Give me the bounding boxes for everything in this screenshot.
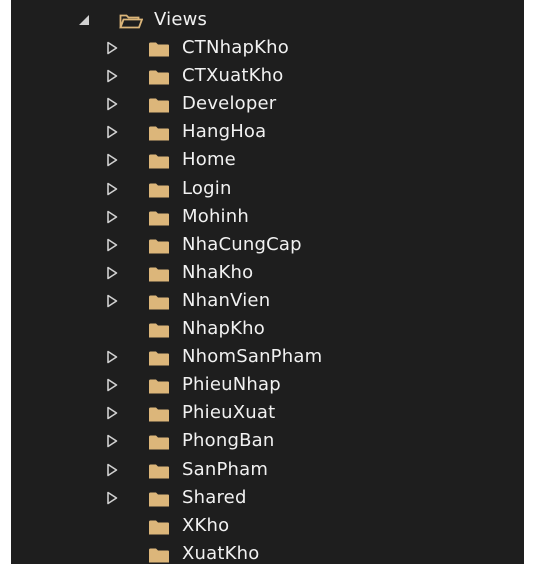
tree-node-ctnhapkho[interactable]: CTNhapKho bbox=[11, 34, 524, 62]
collapsed-triangle-icon[interactable] bbox=[105, 125, 119, 139]
tree-node-label: NhomSanPham bbox=[182, 346, 323, 368]
collapsed-triangle-icon[interactable] bbox=[105, 238, 119, 252]
tree-node-xkho[interactable]: XKho bbox=[11, 512, 524, 540]
tree-node-label: Mohinh bbox=[182, 205, 249, 227]
tree-node-label: Login bbox=[182, 177, 232, 199]
tree-node-label: PhongBan bbox=[182, 430, 275, 452]
folder-icon bbox=[149, 126, 169, 141]
folder-icon bbox=[149, 379, 169, 394]
folder-icon bbox=[149, 435, 169, 450]
tree-node-ctxuatkho[interactable]: CTXuatKho bbox=[11, 62, 524, 90]
tree-node-label: PhieuXuat bbox=[182, 402, 276, 424]
tree-node-label: CTNhapKho bbox=[182, 37, 289, 58]
tree-node-label: SanPham bbox=[182, 458, 269, 480]
tree-node-sanpham[interactable]: SanPham bbox=[11, 456, 524, 484]
folder-icon bbox=[149, 154, 169, 169]
collapsed-triangle-icon[interactable] bbox=[105, 41, 119, 55]
tree-node-label: CTXuatKho bbox=[182, 65, 284, 87]
collapsed-triangle-icon[interactable] bbox=[105, 491, 119, 505]
tree-node-phieunhap[interactable]: PhieuNhap bbox=[11, 371, 524, 399]
tree-node-label: Views bbox=[154, 9, 208, 30]
tree-node-label: NhaKho bbox=[182, 261, 254, 283]
tree-node-label: XuatKho bbox=[182, 542, 260, 564]
folder-icon bbox=[149, 98, 169, 113]
tree-node-label: NhapKho bbox=[182, 318, 265, 339]
tree-node-label: Home bbox=[182, 149, 236, 171]
tree-node-label: Shared bbox=[182, 486, 247, 508]
tree-node-views[interactable]: Views bbox=[11, 6, 524, 34]
tree-node-label: XKho bbox=[182, 514, 230, 536]
tree-node-label: Developer bbox=[182, 93, 277, 115]
tree-node-hanghoa[interactable]: HangHoa bbox=[11, 118, 524, 146]
collapsed-triangle-icon[interactable] bbox=[105, 97, 119, 111]
tree-node-nhacungcap[interactable]: NhaCungCap bbox=[11, 231, 524, 259]
folder-icon bbox=[149, 548, 169, 563]
collapsed-triangle-icon[interactable] bbox=[105, 406, 119, 420]
tree-node-label: NhaCungCap bbox=[182, 233, 302, 255]
folder-icon bbox=[149, 70, 169, 85]
folder-icon bbox=[149, 183, 169, 197]
tree-node-home[interactable]: Home bbox=[11, 146, 524, 174]
tree-node-nhomsanpham[interactable]: NhomSanPham bbox=[11, 343, 524, 371]
folder-icon bbox=[149, 407, 169, 422]
collapsed-triangle-icon[interactable] bbox=[105, 463, 119, 477]
tree-node-phieuxuat[interactable]: PhieuXuat bbox=[11, 399, 524, 427]
collapsed-triangle-icon[interactable] bbox=[105, 266, 119, 280]
collapsed-triangle-icon[interactable] bbox=[105, 350, 119, 364]
folder-icon bbox=[149, 42, 169, 57]
tree-node-phongban[interactable]: PhongBan bbox=[11, 427, 524, 455]
expanded-triangle-icon[interactable] bbox=[77, 13, 91, 27]
tree-node-shared[interactable]: Shared bbox=[11, 484, 524, 512]
tree-node-xuatkho[interactable]: XuatKho bbox=[11, 540, 524, 564]
folder-icon bbox=[149, 464, 169, 478]
tree-node-label: HangHoa bbox=[182, 121, 267, 143]
collapsed-triangle-icon[interactable] bbox=[105, 153, 119, 167]
tree-node-nhakho[interactable]: NhaKho bbox=[11, 259, 524, 287]
tree-node-nhapkho[interactable]: NhapKho bbox=[11, 315, 524, 343]
folder-icon bbox=[149, 492, 169, 507]
tree-node-login[interactable]: Login bbox=[11, 175, 524, 203]
folder-icon bbox=[149, 267, 169, 282]
collapsed-triangle-icon[interactable] bbox=[105, 378, 119, 392]
tree-node-developer[interactable]: Developer bbox=[11, 90, 524, 118]
collapsed-triangle-icon[interactable] bbox=[105, 69, 119, 83]
tree-node-label: PhieuNhap bbox=[182, 374, 281, 396]
solution-explorer-tree: Views CTNhapKho CTXuatKho Developer HangHoa… bbox=[11, 0, 524, 564]
collapsed-triangle-icon[interactable] bbox=[105, 434, 119, 448]
folder-icon bbox=[149, 239, 169, 254]
folder-icon bbox=[149, 211, 169, 226]
collapsed-triangle-icon[interactable] bbox=[105, 182, 119, 196]
folder-icon bbox=[149, 351, 169, 366]
tree-node-mohinh[interactable]: Mohinh bbox=[11, 203, 524, 231]
collapsed-triangle-icon[interactable] bbox=[105, 294, 119, 308]
folder-icon bbox=[149, 295, 169, 310]
folder-open-icon bbox=[119, 14, 143, 29]
folder-icon bbox=[149, 323, 169, 338]
tree-node-nhanvien[interactable]: NhanVien bbox=[11, 287, 524, 315]
collapsed-triangle-icon[interactable] bbox=[105, 210, 119, 224]
tree-node-label: NhanVien bbox=[182, 289, 271, 311]
folder-icon bbox=[149, 520, 169, 535]
